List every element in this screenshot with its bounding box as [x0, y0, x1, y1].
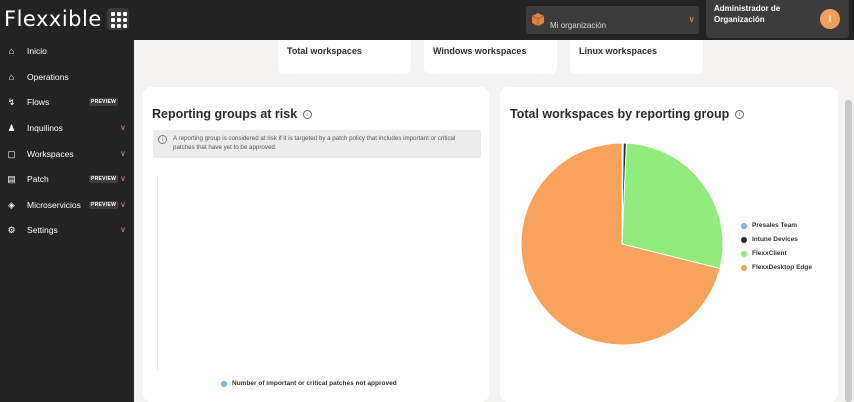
sidebar-item-inquilinos[interactable]: ♟ Inquilinos ∨ [0, 118, 134, 140]
sidebar-item-label: Settings [27, 225, 58, 235]
info-icon[interactable]: i [302, 110, 312, 119]
legend-label: Number of important or critical patches … [232, 380, 397, 387]
stat-label: Windows workspaces [433, 46, 527, 56]
sidebar-item-label: Microservicios [27, 200, 81, 210]
sidebar-item-workspaces[interactable]: ▢ Workspaces ∨ [0, 144, 134, 166]
home-icon: ⌂ [8, 72, 15, 82]
preview-badge: PREVIEW [89, 98, 119, 106]
chevron-down-icon: ∨ [120, 200, 126, 209]
user-name: Administrador de Organización [714, 4, 781, 24]
tenants-icon: ♟ [7, 123, 16, 133]
apps-grid-icon[interactable] [107, 8, 129, 30]
panel-title: Reporting groups at risk i [152, 107, 312, 121]
legend-item[interactable]: FlexxDesktop Edge [741, 264, 812, 271]
pie-chart [520, 142, 724, 346]
patch-icon: ▤ [7, 174, 16, 184]
chevron-down-icon: ∨ [120, 225, 126, 234]
chevron-down-icon: ∨ [120, 174, 126, 183]
sidebar-item-patch[interactable]: ▤ Patch PREVIEW ∨ [0, 169, 134, 191]
top-bar: Flexxible Mi organización ∨ Administrado… [0, 0, 854, 40]
legend-item[interactable]: Number of important or critical patches … [221, 380, 397, 387]
sidebar-item-label: Patch [27, 174, 49, 184]
sidebar-item-inicio[interactable]: ⌂ Inicio [0, 41, 134, 63]
sidebar: ⌂ Inicio ⌂ Operations ↯ Flows PREVIEW ♟ Inquilin… [0, 40, 134, 402]
workspaces-by-group-panel: Total workspaces by reporting group i Pr… [500, 87, 838, 402]
legend-dot [741, 264, 747, 271]
avatar[interactable]: I [820, 9, 840, 29]
flows-icon: ↯ [7, 97, 16, 107]
sidebar-item-label: Workspaces [27, 149, 74, 159]
legend-dot [741, 222, 747, 229]
sidebar-item-label: Flows [27, 97, 50, 107]
sidebar-item-label: Operations [27, 72, 69, 82]
gear-icon: ⚙ [7, 225, 16, 235]
organization-icon [531, 13, 545, 26]
user-menu[interactable]: Administrador de Organización I [706, 0, 849, 38]
panel-title-text: Reporting groups at risk [152, 107, 298, 121]
legend-item[interactable]: FlexxClient [741, 250, 787, 257]
stat-card-windows[interactable]: Windows workspaces [424, 40, 557, 74]
legend-item[interactable]: Presales Team [741, 222, 797, 229]
sidebar-item-flows[interactable]: ↯ Flows PREVIEW [0, 92, 134, 114]
legend-dot [221, 380, 227, 387]
preview-badge: PREVIEW [89, 175, 119, 183]
sidebar-item-microservicios[interactable]: ◈ Microservicios PREVIEW ∨ [0, 195, 134, 217]
chart-axis [157, 175, 158, 370]
stat-card-linux[interactable]: Linux workspaces [570, 40, 703, 74]
sidebar-item-operations[interactable]: ⌂ Operations [0, 67, 134, 89]
chevron-down-icon: ∨ [120, 123, 126, 132]
legend-label: Intune Devices [752, 236, 798, 243]
stat-label: Linux workspaces [579, 46, 658, 56]
organization-select[interactable]: Mi organización ∨ [526, 6, 699, 34]
preview-badge: PREVIEW [89, 201, 119, 209]
sidebar-item-settings[interactable]: ⚙ Settings ∨ [0, 220, 134, 242]
cube-icon: ◈ [8, 200, 15, 210]
legend-label: FlexxDesktop Edge [752, 264, 812, 271]
legend-dot [741, 250, 747, 257]
info-icon: i [158, 135, 167, 144]
logo[interactable]: Flexxible [4, 7, 102, 31]
chevron-down-icon: ∨ [688, 14, 695, 24]
legend-item[interactable]: Intune Devices [741, 236, 798, 243]
legend-dot [741, 236, 747, 243]
legend-label: Presales Team [752, 222, 798, 229]
sidebar-item-label: Inicio [27, 46, 47, 56]
stat-label: Total workspaces [287, 46, 362, 56]
home-icon: ⌂ [8, 46, 15, 56]
chevron-down-icon: ∨ [120, 149, 126, 158]
legend-label: FlexxClient [752, 250, 787, 257]
workspaces-icon: ▢ [7, 149, 16, 159]
info-alert: i A reporting group is considered at ris… [153, 130, 481, 158]
alert-text: A reporting group is considered at risk … [173, 135, 456, 151]
reporting-groups-panel: Reporting groups at risk i i A reporting… [143, 87, 489, 402]
scrollbar[interactable] [845, 100, 852, 402]
stat-card-total[interactable]: Total workspaces [278, 40, 411, 74]
sidebar-item-label: Inquilinos [27, 123, 63, 133]
organization-label: Mi organización [550, 21, 607, 30]
